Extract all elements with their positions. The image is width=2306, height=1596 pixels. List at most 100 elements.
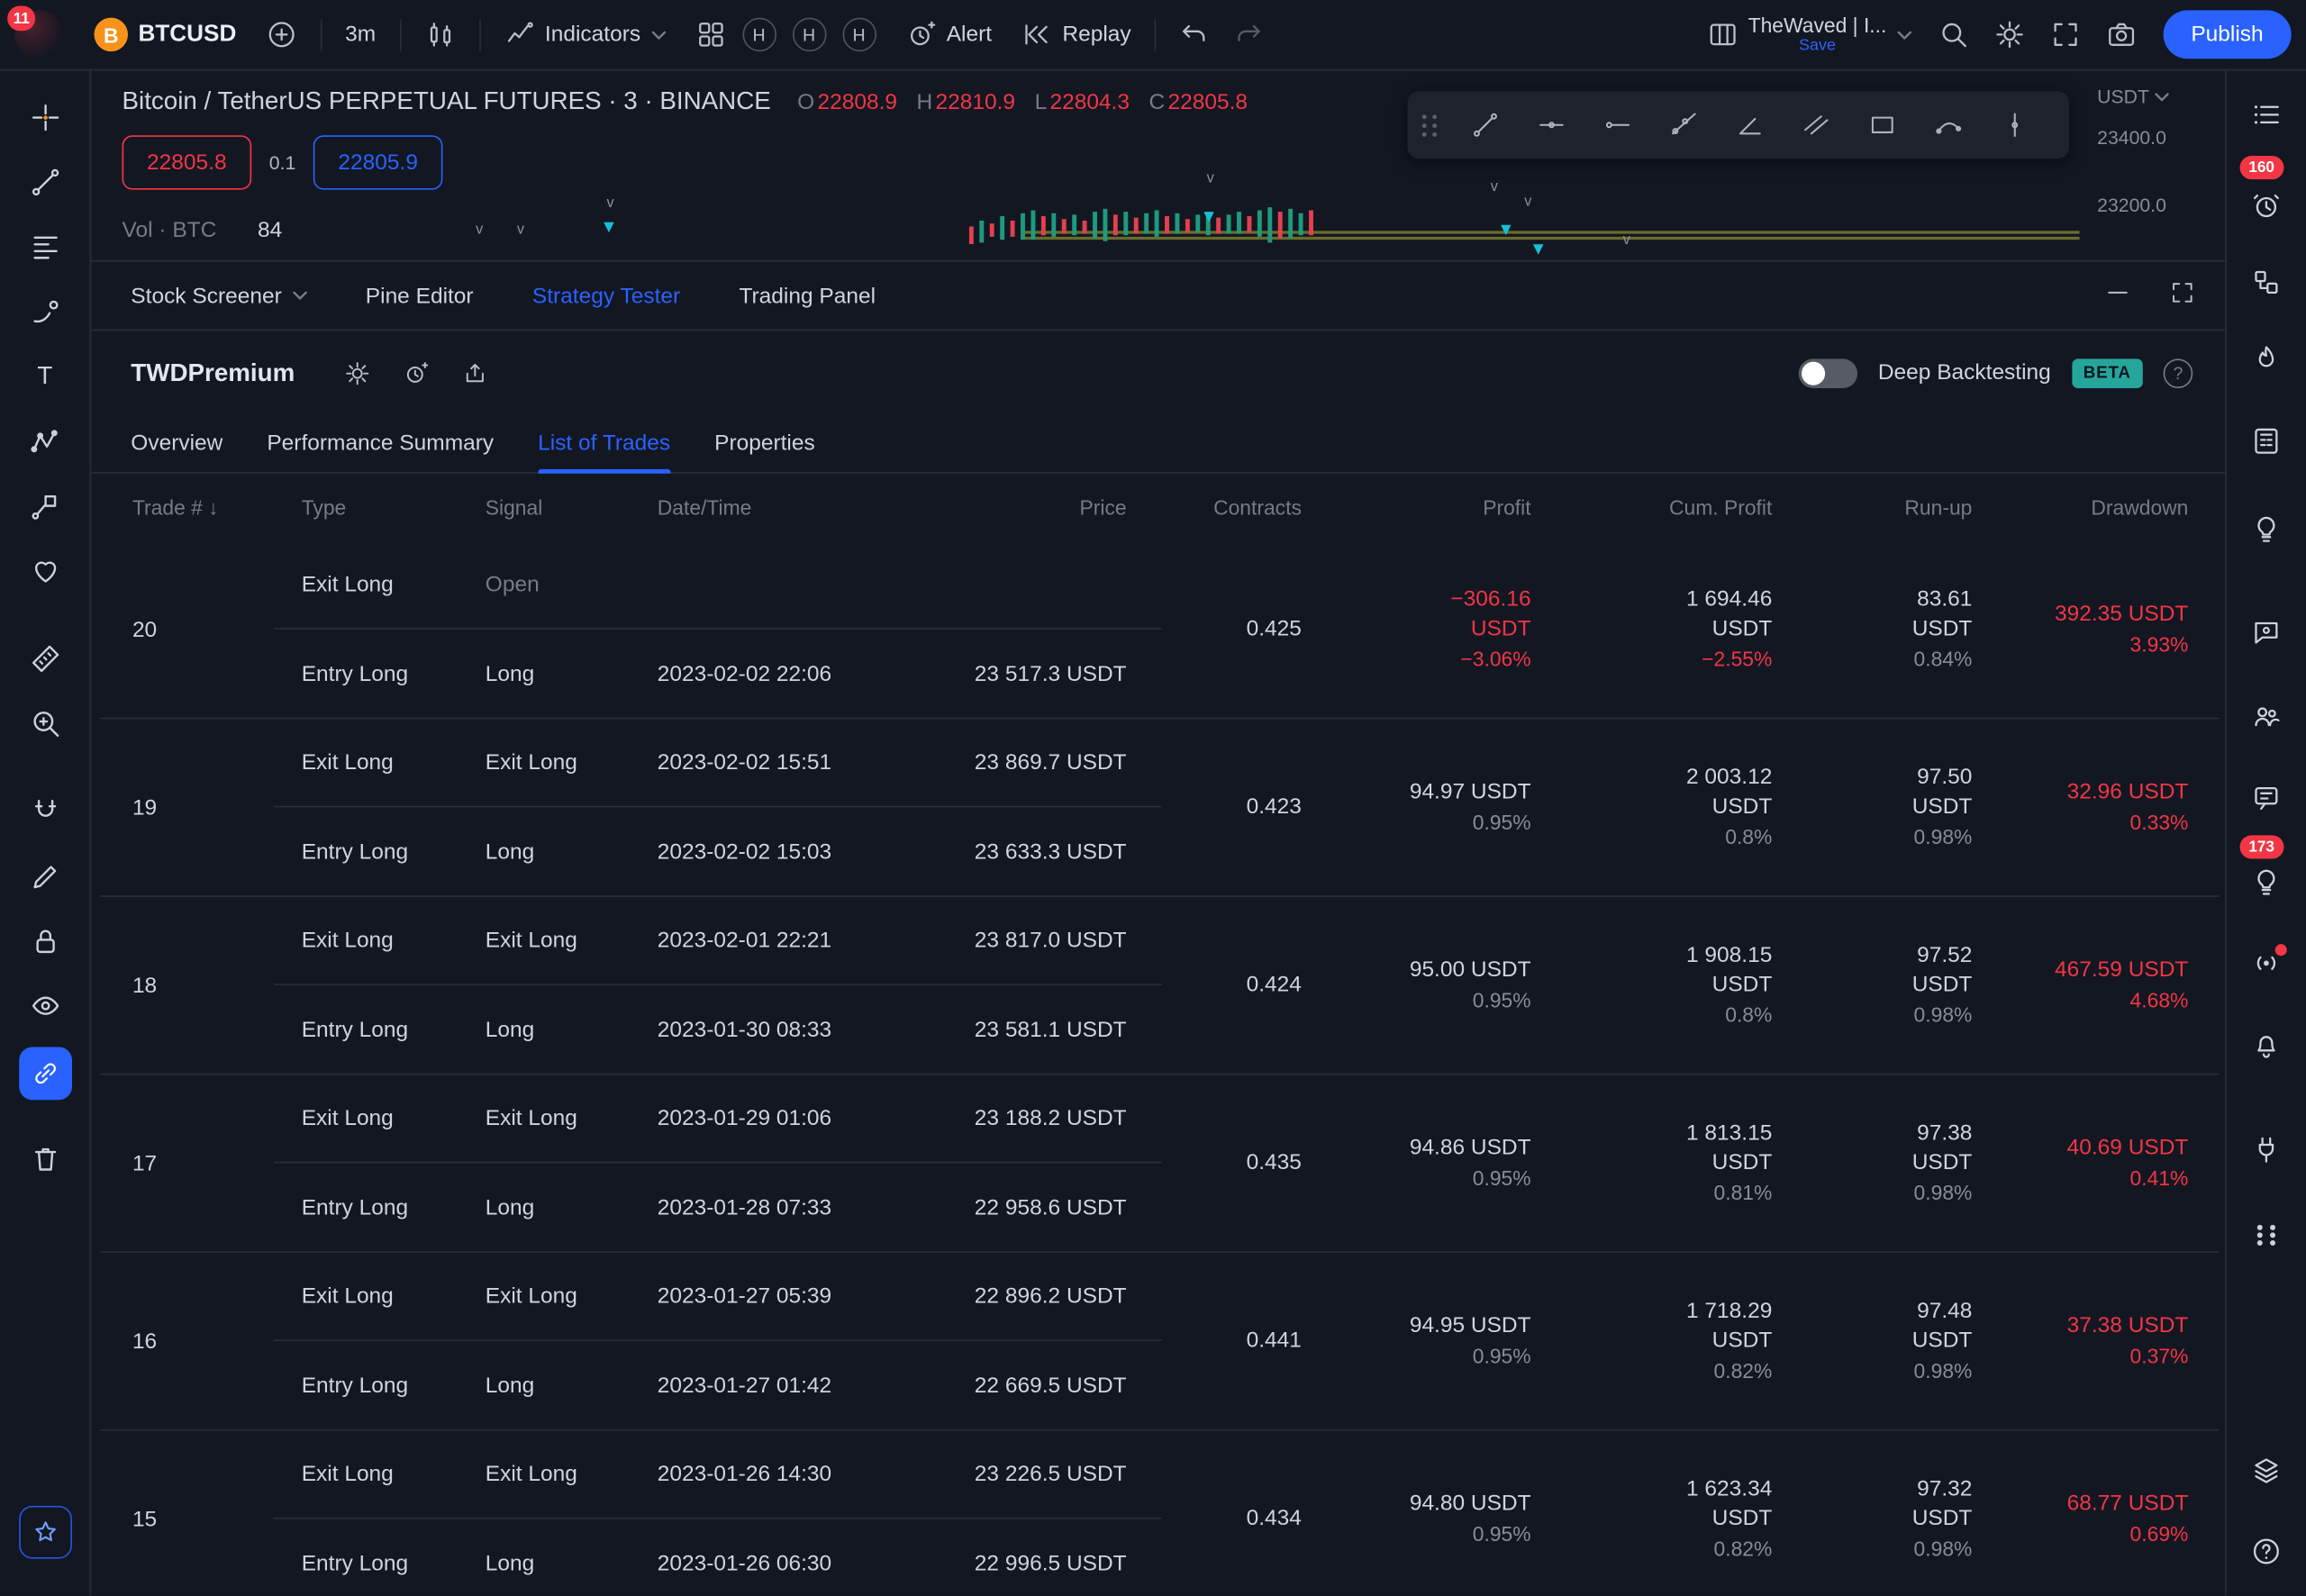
indicator-templates-button[interactable]	[682, 8, 740, 61]
maximize-panel-button[interactable]	[2169, 278, 2195, 313]
panel-tab-strategy-tester[interactable]: Strategy Tester	[532, 283, 680, 308]
trade-row-group[interactable]: 20 Exit Long Open Entry Long Long 2023-02-02 …	[100, 541, 2220, 720]
community-chat-icon[interactable]	[2251, 701, 2282, 731]
report-tab-overview[interactable]: Overview	[131, 414, 222, 472]
symbol-switcher[interactable]: BTCUSD	[81, 8, 250, 61]
emoji-tool[interactable]	[29, 555, 61, 587]
column-header-9[interactable]: Drawdown	[1972, 495, 2188, 519]
object-layers-icon[interactable]	[2251, 1455, 2282, 1486]
object-tree-icon[interactable]	[2251, 267, 2282, 297]
trend-angle-icon[interactable]	[1720, 98, 1782, 151]
magnet-tool[interactable]	[29, 795, 61, 828]
horizontal-line-icon[interactable]	[1521, 98, 1583, 151]
strategy-alert-button[interactable]	[395, 350, 439, 394]
publish-button[interactable]: Publish	[2163, 10, 2292, 59]
hotkey-button[interactable]: H	[841, 17, 876, 52]
help-icon[interactable]	[2163, 358, 2193, 388]
trade-row-group[interactable]: 19 Exit Long Exit Long 2023-02-02 15:51 23 8…	[100, 719, 2220, 897]
private-chat-icon[interactable]	[2251, 783, 2282, 813]
remove-drawings-tool[interactable]	[29, 1143, 61, 1175]
column-header-6[interactable]: Profit	[1302, 495, 1530, 519]
drag-handle-icon[interactable]	[1421, 113, 1439, 137]
report-tab-properties[interactable]: Properties	[714, 414, 815, 472]
vertical-line-icon[interactable]	[1984, 98, 2046, 151]
parallel-channel-icon[interactable]	[1785, 98, 1848, 151]
settings-button[interactable]	[1984, 8, 2037, 61]
notifications-bell-icon[interactable]	[2251, 1029, 2282, 1059]
snapshot-button[interactable]	[2095, 8, 2148, 61]
minimize-panel-button[interactable]	[2104, 278, 2130, 313]
help-icon[interactable]	[2251, 1536, 2282, 1566]
fullscreen-button[interactable]	[2039, 8, 2093, 61]
replay-button[interactable]: Replay	[1008, 8, 1144, 61]
brush-tool[interactable]	[29, 295, 61, 328]
column-header-3[interactable]: Date/Time	[627, 495, 939, 519]
report-tab-list-of-trades[interactable]: List of Trades	[538, 414, 671, 474]
more-apps-icon[interactable]	[2251, 1220, 2282, 1250]
hotkey-button[interactable]: H	[792, 17, 826, 52]
compare-symbol-button[interactable]	[252, 8, 310, 61]
interval-button[interactable]: 3m	[331, 8, 388, 61]
lock-drawings-tool[interactable]	[29, 925, 61, 957]
prediction-tool[interactable]	[29, 490, 61, 522]
extended-line-icon[interactable]	[1653, 98, 1715, 151]
chart-style-button[interactable]	[411, 8, 468, 61]
text-tool[interactable]: T	[37, 362, 52, 392]
column-header-8[interactable]: Run-up	[1772, 495, 1972, 519]
trend-line-tool[interactable]	[29, 166, 61, 198]
trade-row-group[interactable]: 16 Exit Long Exit Long 2023-01-27 05:39 22 8…	[100, 1253, 2220, 1431]
curve-icon[interactable]	[1918, 98, 1980, 151]
indicators-button[interactable]: Indicators	[491, 8, 679, 61]
chat-settings-icon[interactable]	[2251, 617, 2282, 648]
favorites-toolbar-button[interactable]	[18, 1505, 72, 1559]
zoom-in-tool[interactable]	[29, 707, 61, 739]
panel-tab-stock-screener[interactable]: Stock Screener	[131, 283, 307, 308]
column-header-5[interactable]: Contracts	[1162, 495, 1302, 519]
panel-tab-pine-editor[interactable]: Pine Editor	[366, 283, 474, 308]
fib-retracement-tool[interactable]	[29, 231, 61, 263]
active-drawing-tool[interactable]	[18, 1047, 72, 1101]
layout-menu[interactable]: TheWaved | I... Save	[1693, 8, 1925, 61]
trend-line-icon[interactable]	[1455, 98, 1517, 151]
create-alert-button[interactable]: Alert	[892, 8, 1004, 61]
ideas-icon[interactable]	[2251, 514, 2282, 545]
sell-button[interactable]: 22805.8	[122, 135, 252, 190]
strategy-export-button[interactable]	[454, 350, 498, 394]
save-link[interactable]: Save	[1799, 37, 1836, 56]
column-header-0[interactable]: Trade # ↓	[100, 495, 274, 519]
price-scale-currency[interactable]: USDT	[2097, 86, 2170, 107]
column-header-1[interactable]: Type	[274, 495, 458, 519]
ray-line-icon[interactable]	[1587, 98, 1649, 151]
hotkey-button[interactable]: H	[741, 17, 776, 52]
data-window-icon[interactable]	[2251, 426, 2282, 457]
column-header-7[interactable]: Cum. Profit	[1531, 495, 1772, 519]
streams-icon[interactable]	[2251, 948, 2282, 978]
search-button[interactable]	[1928, 8, 1981, 61]
undo-button[interactable]	[1167, 8, 1220, 61]
rectangle-icon[interactable]	[1852, 98, 1914, 151]
trading-connect-icon[interactable]	[2251, 1135, 2282, 1165]
my-ideas-icon[interactable]	[2251, 866, 2282, 897]
pattern-tool[interactable]	[29, 425, 61, 458]
trade-row-group[interactable]: 18 Exit Long Exit Long 2023-02-01 22:21 23 8…	[100, 897, 2220, 1075]
deep-backtesting-toggle[interactable]	[1798, 358, 1857, 388]
column-header-4[interactable]: Price	[939, 495, 1162, 519]
buy-button[interactable]: 22805.9	[313, 135, 443, 190]
chart-area[interactable]: ▼ ▼ ▼ ▼ v v v v v v v Bitcoin / TetherUS PERPETUAL…	[91, 70, 2226, 262]
measure-tool[interactable]	[29, 642, 61, 675]
user-avatar[interactable]: 11	[7, 5, 64, 59]
cursor-crosshair-tool[interactable]	[29, 102, 61, 134]
redo-button[interactable]	[1222, 8, 1276, 61]
strategy-name[interactable]: TWDPremium	[131, 358, 295, 388]
hotlists-icon[interactable]	[2251, 343, 2282, 374]
column-header-2[interactable]: Signal	[458, 495, 627, 519]
watchlist-icon[interactable]	[2251, 99, 2282, 130]
alerts-icon[interactable]	[2251, 190, 2282, 221]
drawing-mode-tool[interactable]	[29, 860, 61, 893]
trade-row-group[interactable]: 15 Exit Long Exit Long 2023-01-26 14:30 23 2…	[100, 1431, 2220, 1596]
panel-tab-trading-panel[interactable]: Trading Panel	[739, 283, 876, 308]
trade-row-group[interactable]: 17 Exit Long Exit Long 2023-01-29 01:06 23 1…	[100, 1075, 2220, 1254]
strategy-settings-button[interactable]	[336, 350, 380, 394]
hide-drawings-tool[interactable]	[29, 990, 61, 1022]
report-tab-performance-summary[interactable]: Performance Summary	[267, 414, 494, 472]
